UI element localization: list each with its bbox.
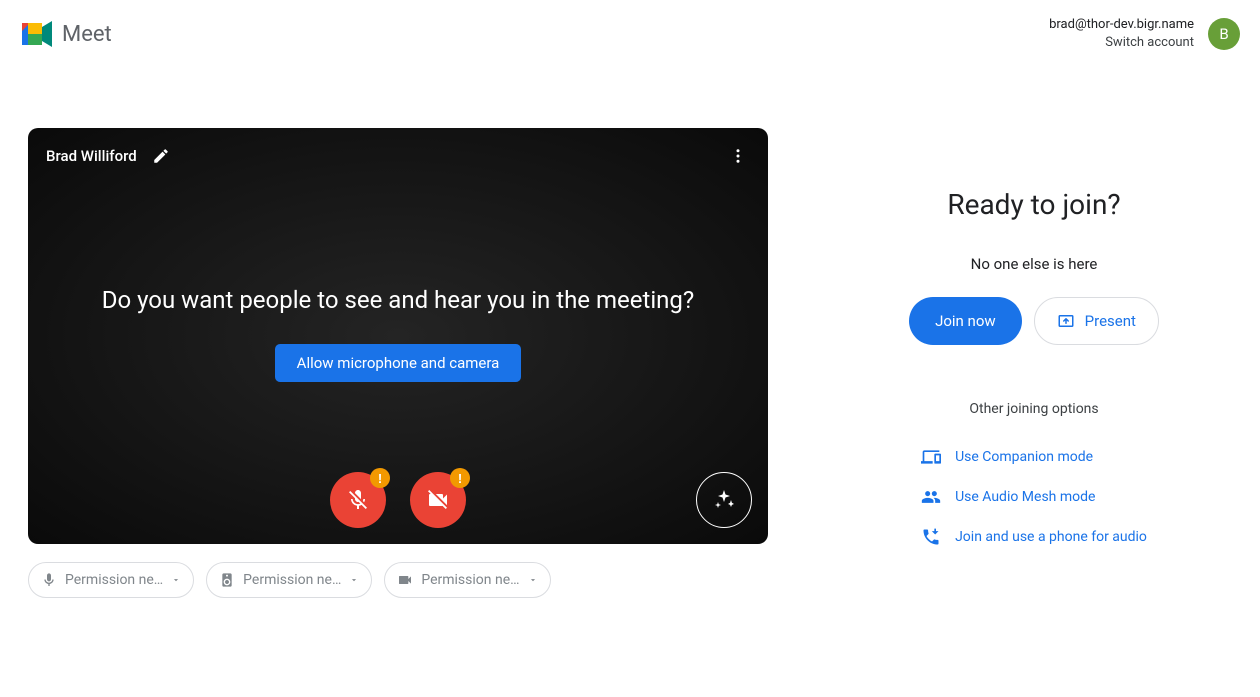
device-selectors: Permission ne… Permission ne… Permission [28, 562, 768, 598]
visual-effects-button[interactable] [696, 472, 752, 528]
phone-audio-label: Join and use a phone for audio [955, 529, 1147, 545]
phone-icon [921, 527, 941, 547]
present-icon [1057, 312, 1075, 330]
header: Meet brad@thor-dev.bigr.name Switch acco… [0, 0, 1260, 68]
allow-mic-camera-button[interactable]: Allow microphone and camera [275, 344, 522, 382]
present-label: Present [1085, 312, 1136, 330]
phone-audio-link[interactable]: Join and use a phone for audio [921, 517, 1147, 557]
meet-logo-icon [20, 19, 56, 49]
preview-column: Brad Williford Do you want people to see… [28, 128, 768, 598]
avatar[interactable]: B [1208, 18, 1240, 50]
product-name: Meet [62, 22, 112, 47]
participant-name: Brad Williford [46, 147, 137, 165]
other-options-title: Other joining options [921, 401, 1147, 417]
chevron-down-icon [528, 575, 538, 585]
main: Brad Williford Do you want people to see… [0, 68, 1260, 598]
present-button[interactable]: Present [1034, 297, 1159, 345]
pencil-icon [152, 147, 170, 165]
camera-icon [397, 572, 413, 588]
warning-badge-icon: ! [370, 468, 390, 488]
name-edit-group: Brad Williford [46, 144, 173, 168]
warning-badge-icon: ! [450, 468, 470, 488]
audio-mesh-label: Use Audio Mesh mode [955, 489, 1095, 505]
participants-status: No one else is here [971, 255, 1098, 273]
sparkle-icon [712, 488, 736, 512]
devices-icon [921, 447, 941, 467]
speaker-icon [219, 572, 235, 588]
account-area: brad@thor-dev.bigr.name Switch account B [1049, 16, 1240, 52]
more-vert-icon [729, 147, 747, 165]
join-now-button[interactable]: Join now [909, 297, 1022, 345]
other-joining-options: Other joining options Use Companion mode… [921, 401, 1147, 557]
audio-mesh-link[interactable]: Use Audio Mesh mode [921, 477, 1147, 517]
camera-selector-label: Permission ne… [421, 572, 519, 588]
chevron-down-icon [349, 575, 359, 585]
permission-prompt: Do you want people to see and hear you i… [28, 286, 768, 382]
camera-toggle-button[interactable]: ! [410, 472, 466, 528]
mic-selector-label: Permission ne… [65, 572, 163, 588]
logo[interactable]: Meet [20, 19, 112, 49]
switch-account-link[interactable]: Switch account [1049, 34, 1194, 52]
speaker-selector[interactable]: Permission ne… [206, 562, 372, 598]
chevron-down-icon [171, 575, 181, 585]
account-email: brad@thor-dev.bigr.name [1049, 16, 1194, 34]
edit-name-button[interactable] [149, 144, 173, 168]
mic-off-icon [346, 488, 370, 512]
camera-off-icon [426, 488, 450, 512]
camera-selector[interactable]: Permission ne… [384, 562, 550, 598]
microphone-toggle-button[interactable]: ! [330, 472, 386, 528]
more-options-button[interactable] [726, 144, 750, 168]
account-text: brad@thor-dev.bigr.name Switch account [1049, 16, 1194, 52]
speaker-selector-label: Permission ne… [243, 572, 341, 588]
preview-headline: Do you want people to see and hear you i… [28, 286, 768, 314]
companion-mode-label: Use Companion mode [955, 449, 1093, 465]
group-audio-icon [921, 487, 941, 507]
video-preview: Brad Williford Do you want people to see… [28, 128, 768, 544]
companion-mode-link[interactable]: Use Companion mode [921, 437, 1147, 477]
microphone-selector[interactable]: Permission ne… [28, 562, 194, 598]
join-heading: Ready to join? [947, 188, 1120, 221]
mic-icon [41, 572, 57, 588]
join-panel: Ready to join? No one else is here Join … [808, 128, 1260, 598]
